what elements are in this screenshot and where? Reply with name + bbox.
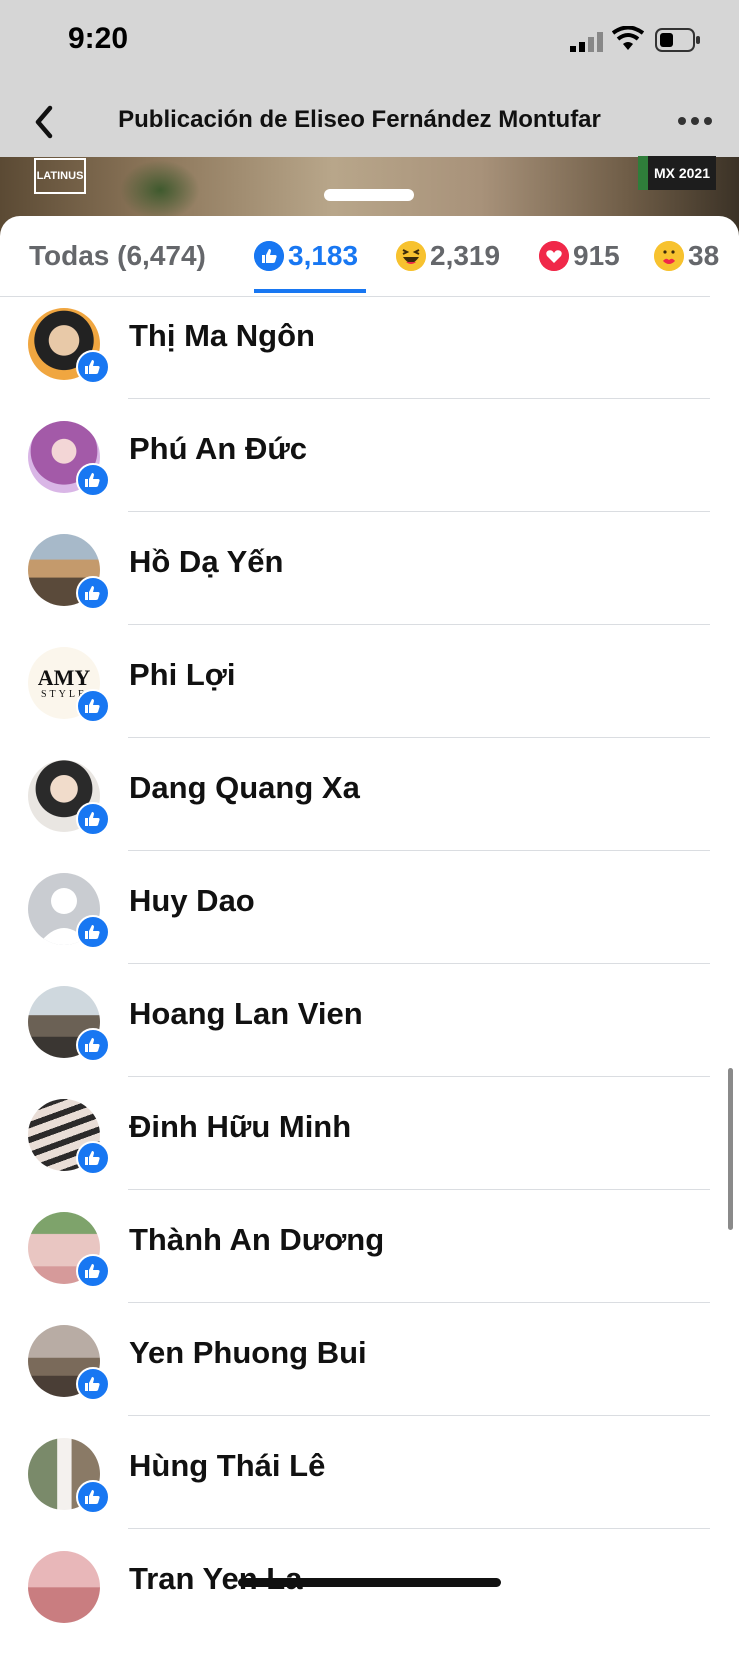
home-indicator[interactable] (238, 1578, 501, 1587)
scrollbar[interactable] (728, 1068, 733, 1230)
love-reaction-icon (539, 241, 569, 271)
like-badge-icon (76, 1254, 110, 1288)
tab-like-count: 3,183 (288, 240, 359, 271)
list-item[interactable]: Hoang Lan Vien (0, 978, 710, 1093)
like-badge-icon (76, 350, 110, 384)
battery-icon (655, 28, 700, 52)
list-item[interactable]: Hồ Dạ Yến (0, 526, 710, 641)
like-badge-icon (76, 463, 110, 497)
haha-reaction-icon (396, 241, 426, 271)
tab-haha[interactable]: 2,319 (396, 238, 500, 274)
like-badge-icon (76, 689, 110, 723)
reaction-tabs: Todas (6,474) 3,183 2,319 915 38 (0, 216, 739, 296)
row-divider (128, 398, 710, 399)
like-badge-icon (76, 915, 110, 949)
row-divider (128, 1189, 710, 1190)
tab-care[interactable]: 38 (654, 238, 719, 274)
care-reaction-icon (654, 241, 684, 271)
avatar[interactable] (28, 1551, 100, 1623)
user-name[interactable]: Yen Phuong Bui (129, 1335, 367, 1371)
like-badge-icon (76, 1028, 110, 1062)
like-reaction-icon (254, 241, 284, 271)
user-name[interactable]: Hùng Thái Lê (129, 1448, 325, 1484)
like-badge-icon (76, 1367, 110, 1401)
navigation-bar: Publicación de Eliseo Fernández Montufar (0, 92, 739, 156)
user-name[interactable]: Thành An Dương (129, 1222, 384, 1258)
row-divider (128, 1528, 710, 1529)
list-item[interactable]: Phú An Đức (0, 413, 710, 528)
avatar-logo-text: AMY (37, 664, 91, 690)
wifi-icon (612, 26, 644, 50)
like-badge-icon (76, 1480, 110, 1514)
cellular-signal-icon (570, 32, 603, 52)
sheet-grabber-handle[interactable] (324, 189, 414, 201)
like-badge-icon (76, 802, 110, 836)
user-name[interactable]: Phú An Đức (129, 431, 307, 467)
user-name[interactable]: Thị Ma Ngôn (129, 318, 315, 354)
list-item[interactable]: Dang Quang Xa (0, 752, 710, 867)
list-item[interactable]: Tran Yen La (0, 1543, 710, 1658)
list-item[interactable]: Thị Ma Ngôn (0, 300, 710, 415)
like-badge-icon (76, 1141, 110, 1175)
row-divider (128, 511, 710, 512)
user-name[interactable]: Hoang Lan Vien (129, 996, 363, 1032)
mx-2021-logo: MX 2021 (638, 156, 716, 190)
user-name[interactable]: Hồ Dạ Yến (129, 544, 283, 580)
user-name[interactable]: Dang Quang Xa (129, 770, 360, 806)
back-arrow-icon[interactable] (26, 98, 62, 146)
list-item[interactable]: AMY STYLE Phi Lợi (0, 639, 710, 754)
tab-love[interactable]: 915 (539, 238, 620, 274)
row-divider (128, 1302, 710, 1303)
latinus-logo: LATINUS (34, 158, 86, 194)
tab-haha-count: 2,319 (430, 240, 501, 271)
tab-love-count: 915 (573, 240, 620, 271)
tab-all-label: Todas (6,474) (29, 240, 206, 271)
more-options-icon[interactable] (675, 106, 715, 136)
list-item[interactable]: Đinh Hữu Minh (0, 1091, 710, 1206)
row-divider (128, 850, 710, 851)
tab-all[interactable]: Todas (6,474) (29, 238, 206, 274)
list-item[interactable]: Thành An Dương (0, 1204, 710, 1319)
tab-care-count: 38 (688, 240, 720, 271)
page-title: Publicación de Eliseo Fernández Montufar (118, 106, 601, 133)
user-name[interactable]: Huy Dao (129, 883, 255, 919)
tabs-divider (0, 296, 710, 297)
like-badge-icon (76, 576, 110, 610)
tab-like[interactable]: 3,183 (254, 238, 358, 274)
row-divider (128, 963, 710, 964)
user-name[interactable]: Đinh Hữu Minh (129, 1109, 351, 1145)
list-item[interactable]: Yen Phuong Bui (0, 1317, 710, 1432)
row-divider (128, 1415, 710, 1416)
row-divider (128, 737, 710, 738)
status-time: 9:20 (68, 22, 129, 55)
row-divider (128, 624, 710, 625)
active-tab-indicator (254, 289, 366, 293)
list-item[interactable]: Hùng Thái Lê (0, 1430, 710, 1545)
row-divider (128, 1076, 710, 1077)
user-name[interactable]: Phi Lợi (129, 657, 235, 693)
post-image-plant (120, 160, 200, 220)
list-item[interactable]: Huy Dao (0, 865, 710, 980)
